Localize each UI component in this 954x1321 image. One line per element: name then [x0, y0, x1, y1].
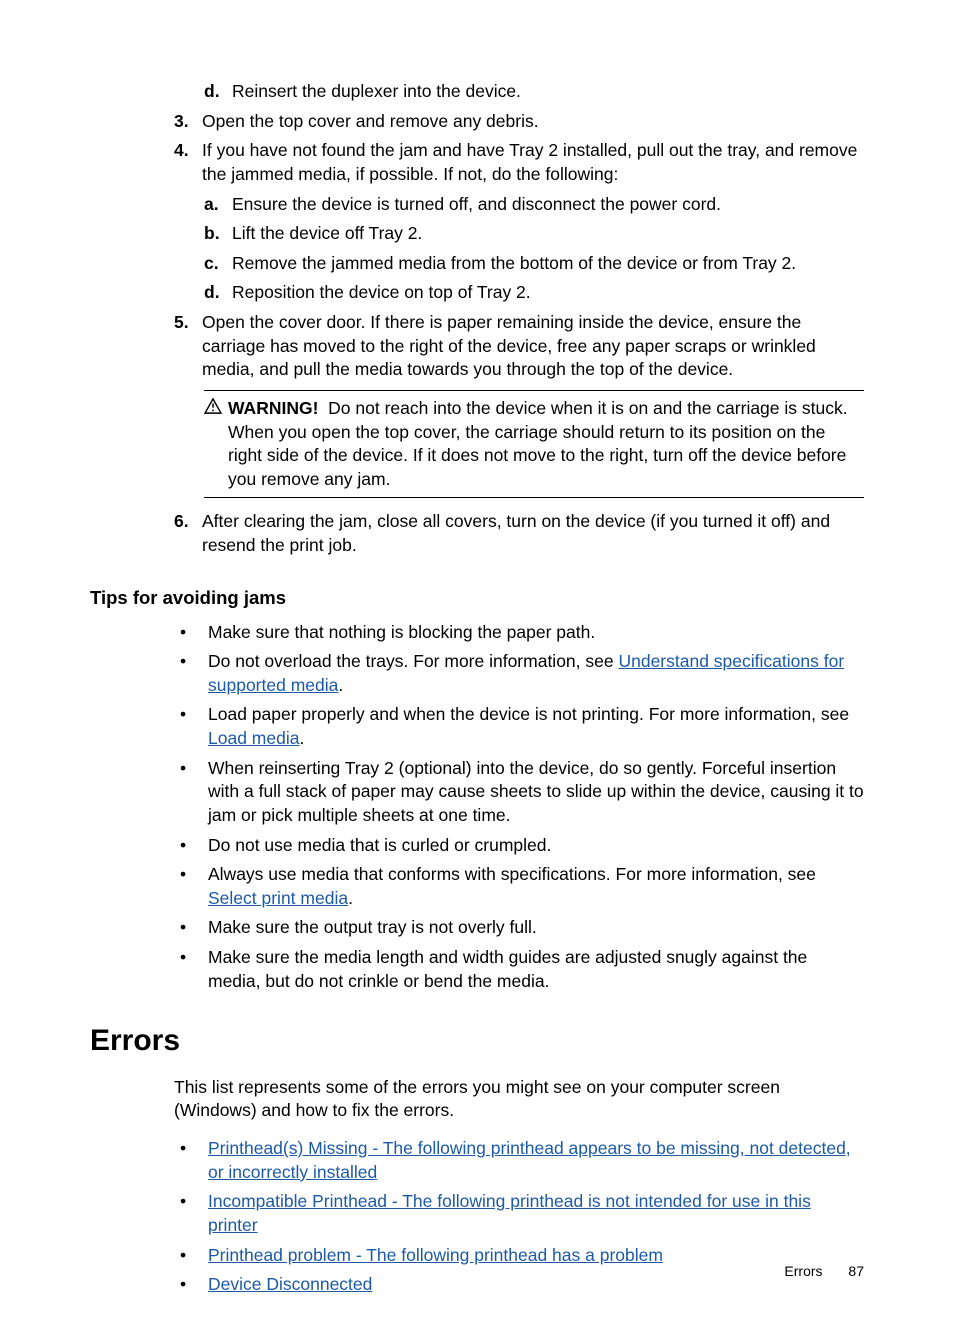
tip-text: Make sure the media length and width gui… [208, 946, 864, 993]
link-select-print-media[interactable]: Select print media [208, 888, 348, 908]
tip-item: • Make sure that nothing is blocking the… [90, 621, 864, 645]
link-incompatible-printhead[interactable]: Incompatible Printhead - The following p… [208, 1191, 811, 1235]
errors-heading: Errors [90, 1021, 864, 1062]
link-printhead-missing[interactable]: Printhead(s) Missing - The following pri… [208, 1138, 851, 1182]
step-text: Reposition the device on top of Tray 2. [232, 281, 864, 305]
errors-intro: This list represents some of the errors … [174, 1076, 864, 1123]
page-footer: Errors 87 [784, 1262, 864, 1281]
error-item: • Printhead problem - The following prin… [90, 1244, 864, 1268]
tip-text: Load paper properly and when the device … [208, 703, 864, 750]
step-text: Ensure the device is turned off, and dis… [232, 193, 864, 217]
tip-item: • Load paper properly and when the devic… [90, 703, 864, 750]
step-text: If you have not found the jam and have T… [202, 139, 864, 186]
step-marker: a. [204, 193, 232, 217]
tips-heading: Tips for avoiding jams [90, 586, 864, 611]
tip-text: When reinserting Tray 2 (optional) into … [208, 757, 864, 828]
bullet-icon: • [180, 946, 208, 993]
step-text: Lift the device off Tray 2. [232, 222, 864, 246]
bullet-icon: • [180, 916, 208, 940]
link-device-disconnected[interactable]: Device Disconnected [208, 1274, 372, 1294]
warning-body: Do not reach into the device when it is … [228, 398, 848, 489]
error-item: • Incompatible Printhead - The following… [90, 1190, 864, 1237]
tip-text: Do not overload the trays. For more info… [208, 650, 864, 697]
tip-text: Do not use media that is curled or crump… [208, 834, 864, 858]
step-text: Remove the jammed media from the bottom … [232, 252, 864, 276]
bullet-icon: • [180, 1244, 208, 1268]
tips-list: • Make sure that nothing is blocking the… [90, 621, 864, 994]
step-marker: 3. [174, 110, 202, 134]
step-marker: d. [204, 80, 232, 104]
tip-text: Make sure that nothing is blocking the p… [208, 621, 864, 645]
bullet-icon: • [180, 834, 208, 858]
step-4: 4. If you have not found the jam and hav… [90, 139, 864, 186]
step-4b: b. Lift the device off Tray 2. [90, 222, 864, 246]
error-item: • Device Disconnected [90, 1273, 864, 1297]
tip-item: • Do not use media that is curled or cru… [90, 834, 864, 858]
tip-text: Always use media that conforms with spec… [208, 863, 864, 910]
bullet-icon: • [180, 703, 208, 750]
tip-text: Make sure the output tray is not overly … [208, 916, 864, 940]
errors-list: • Printhead(s) Missing - The following p… [90, 1137, 864, 1297]
step-3: 3. Open the top cover and remove any deb… [90, 110, 864, 134]
step-6: 6. After clearing the jam, close all cov… [90, 510, 864, 557]
step-marker: 5. [174, 311, 202, 382]
bullet-icon: • [180, 1137, 208, 1184]
step-text: After clearing the jam, close all covers… [202, 510, 864, 557]
footer-page-number: 87 [848, 1263, 864, 1279]
error-item: • Printhead(s) Missing - The following p… [90, 1137, 864, 1184]
step-marker: c. [204, 252, 232, 276]
bullet-icon: • [180, 621, 208, 645]
tip-item: • Make sure the output tray is not overl… [90, 916, 864, 940]
link-printhead-problem[interactable]: Printhead problem - The following printh… [208, 1245, 663, 1265]
step-4d: d. Reposition the device on top of Tray … [90, 281, 864, 305]
bullet-icon: • [180, 863, 208, 910]
tip-item: • Always use media that conforms with sp… [90, 863, 864, 910]
step-marker: 4. [174, 139, 202, 186]
step-marker: d. [204, 281, 232, 305]
bullet-icon: • [180, 757, 208, 828]
bullet-icon: • [180, 1273, 208, 1297]
step-4c: c. Remove the jammed media from the bott… [90, 252, 864, 276]
step-d-reinsert: d. Reinsert the duplexer into the device… [90, 80, 864, 104]
warning-callout: WARNING! Do not reach into the device wh… [204, 390, 864, 499]
step-text: Open the cover door. If there is paper r… [202, 311, 864, 382]
tip-item: • Do not overload the trays. For more in… [90, 650, 864, 697]
tip-item: • When reinserting Tray 2 (optional) int… [90, 757, 864, 828]
warning-text: WARNING! Do not reach into the device wh… [228, 397, 864, 492]
tip-item: • Make sure the media length and width g… [90, 946, 864, 993]
numbered-steps-list-cont: 6. After clearing the jam, close all cov… [90, 510, 864, 557]
step-5: 5. Open the cover door. If there is pape… [90, 311, 864, 382]
warning-label: WARNING! [228, 398, 318, 418]
warning-icon [204, 397, 228, 421]
step-marker: 6. [174, 510, 202, 557]
bullet-icon: • [180, 1190, 208, 1237]
numbered-steps-list: d. Reinsert the duplexer into the device… [90, 80, 864, 382]
bullet-icon: • [180, 650, 208, 697]
link-load-media[interactable]: Load media [208, 728, 299, 748]
step-text: Open the top cover and remove any debris… [202, 110, 864, 134]
step-text: Reinsert the duplexer into the device. [232, 80, 864, 104]
step-marker: b. [204, 222, 232, 246]
footer-section-label: Errors [784, 1263, 822, 1279]
step-4a: a. Ensure the device is turned off, and … [90, 193, 864, 217]
